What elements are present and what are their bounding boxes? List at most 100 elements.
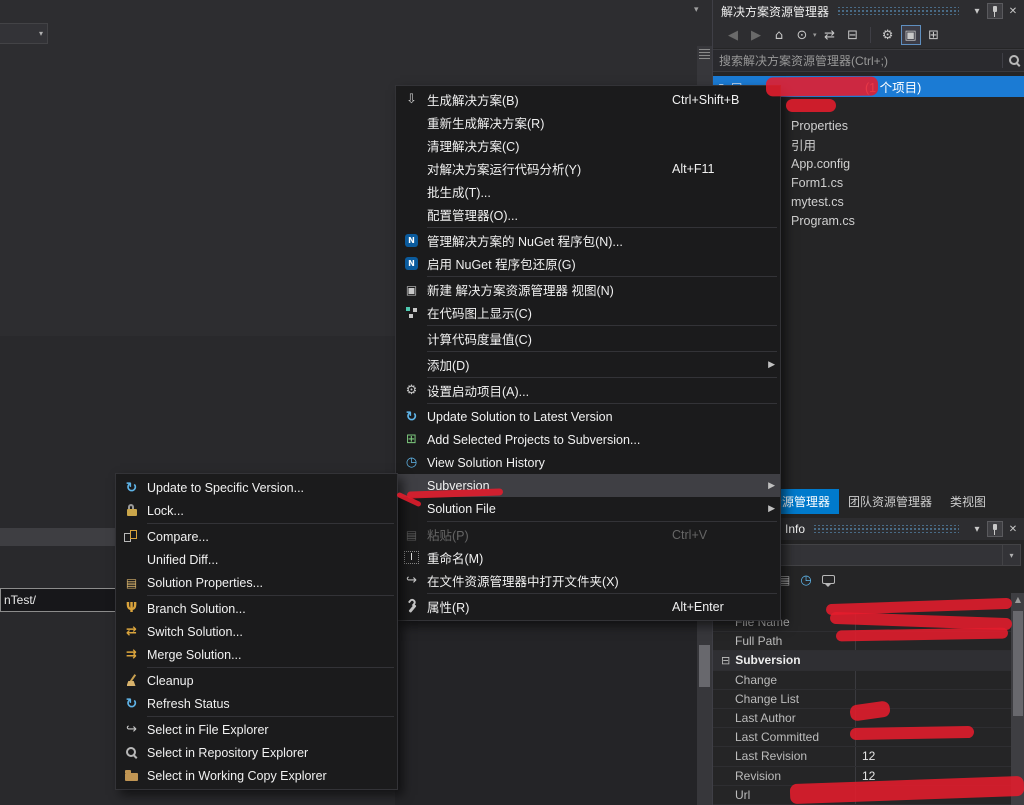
grid-row[interactable]: ⊟Subversion [713, 651, 1011, 670]
menu-item-label: 在代码图上显示(C) [427, 303, 764, 322]
menu-item[interactable]: 粘贴(P)Ctrl+V [396, 523, 780, 546]
menu-item[interactable]: 重命名(M) [396, 546, 780, 569]
pin-icon[interactable] [987, 521, 1003, 537]
select-wc-icon [125, 770, 138, 781]
menu-item-icon-gutter [116, 770, 147, 781]
tree-item-label: Program.cs [791, 214, 855, 228]
window-menu-icon[interactable]: ▾ [969, 3, 985, 19]
menu-item-shortcut: Alt+F11 [672, 162, 764, 176]
menu-item-label: 对解决方案运行代码分析(Y) [427, 159, 672, 178]
scrollbar-thumb[interactable] [1013, 611, 1023, 716]
menu-item[interactable]: 添加(D)▶ [396, 353, 780, 376]
merge-icon [126, 647, 137, 662]
back-icon[interactable]: ◀ [723, 25, 743, 45]
menu-item[interactable]: Cleanup [116, 669, 397, 692]
chevron-down-icon[interactable]: ▾ [813, 31, 817, 39]
menu-item[interactable]: Solution File▶ [396, 497, 780, 520]
solution-explorer-toolbar: ◀▶⌂⊙▾⇄⊟ ⚙▣⊞ [713, 22, 1024, 48]
search-icon[interactable] [1008, 54, 1021, 67]
left-pane-dropdown-icon[interactable]: ▾ [694, 4, 699, 15]
menu-item[interactable]: 启用 NuGet 程序包还原(G) [396, 252, 780, 275]
comment-icon[interactable] [822, 574, 835, 587]
menu-item[interactable]: 新建 解决方案资源管理器 视图(N) [396, 278, 780, 301]
tab-团队资源管理器[interactable]: 团队资源管理器 [839, 489, 941, 514]
lock-icon [127, 504, 137, 517]
close-icon[interactable]: ✕ [1005, 3, 1021, 19]
grid-row[interactable]: Change [713, 671, 1011, 690]
chevron-down-icon[interactable]: ▾ [1002, 545, 1020, 565]
menu-item[interactable]: 属性(R)Alt+Enter [396, 595, 780, 618]
wrench-icon [405, 600, 418, 614]
menu-separator [427, 377, 777, 378]
solution-context-menu: 生成解决方案(B)Ctrl+Shift+B重新生成解决方案(R)清理解决方案(C… [395, 85, 781, 621]
menu-item[interactable]: 计算代码度量值(C) [396, 327, 780, 350]
menu-item-icon-gutter [116, 647, 147, 662]
menu-item[interactable]: 配置管理器(O)... [396, 203, 780, 226]
collapse-all-icon[interactable]: ⊟ [843, 25, 863, 45]
toolbar-combobox[interactable]: ▾ [0, 23, 48, 44]
redaction-mark [786, 99, 836, 112]
sync-with-active-document-icon[interactable]: ⇄ [820, 25, 840, 45]
menu-item[interactable]: Update to Specific Version... [116, 476, 397, 499]
menu-item[interactable]: Lock... [116, 499, 397, 522]
home-icon[interactable]: ⌂ [769, 25, 789, 45]
menu-separator [147, 667, 394, 668]
menu-item[interactable]: 管理解决方案的 NuGet 程序包(N)... [396, 229, 780, 252]
menu-item[interactable]: 批生成(T)... [396, 180, 780, 203]
menu-item[interactable]: 在代码图上显示(C) [396, 301, 780, 324]
menu-item-icon-gutter [116, 576, 147, 590]
menu-item-label: Select in Repository Explorer [147, 746, 381, 760]
menu-item[interactable]: Update Solution to Latest Version [396, 405, 780, 428]
forward-icon[interactable]: ▶ [746, 25, 766, 45]
close-icon[interactable]: ✕ [1005, 521, 1021, 537]
menu-item-icon-gutter [396, 432, 427, 447]
menu-item[interactable]: Select in Working Copy Explorer [116, 764, 397, 787]
menu-item[interactable]: Add Selected Projects to Subversion... [396, 428, 780, 451]
menu-item[interactable]: 清理解决方案(C) [396, 134, 780, 157]
tab-类视图[interactable]: 类视图 [941, 489, 995, 514]
grid-row[interactable]: Last Revision12 [713, 747, 1011, 766]
menu-item[interactable]: Switch Solution... [116, 620, 397, 643]
menu-item[interactable]: 重新生成解决方案(R) [396, 111, 780, 134]
menu-item[interactable]: 在文件资源管理器中打开文件夹(X) [396, 569, 780, 592]
menu-item[interactable]: View Solution History [396, 451, 780, 474]
menu-item-label: 配置管理器(O)... [427, 205, 764, 224]
menu-item[interactable]: Select in Repository Explorer [116, 741, 397, 764]
scroll-up-icon[interactable]: ▲ [1011, 595, 1024, 604]
grid-vertical-scrollbar[interactable]: ▲ [1011, 593, 1024, 805]
menu-item[interactable]: 生成解决方案(B)Ctrl+Shift+B [396, 88, 780, 111]
menu-item-icon-gutter [116, 624, 147, 639]
show-all-files-icon[interactable]: ▣ [901, 25, 921, 45]
collapse-icon[interactable]: ⊟ [721, 654, 730, 667]
menu-item[interactable]: Select in File Explorer [116, 718, 397, 741]
wrench-icon[interactable]: ⚙ [878, 25, 898, 45]
window-menu-icon[interactable]: ▾ [969, 521, 985, 537]
menu-item-shortcut: Alt+Enter [672, 600, 764, 614]
menu-separator [427, 521, 777, 522]
window-buttons: ▾✕ [967, 521, 1021, 537]
menu-item[interactable]: Unified Diff... [116, 548, 397, 571]
tree-item-label: App.config [791, 157, 850, 171]
scrollbar-thumb[interactable] [699, 645, 710, 687]
menu-item-icon-gutter [116, 696, 147, 712]
search-placeholder: 搜索解决方案资源管理器(Ctrl+;) [719, 52, 997, 69]
menu-item[interactable]: Merge Solution... [116, 643, 397, 666]
menu-item[interactable]: Solution Properties... [116, 571, 397, 594]
menu-item[interactable]: Compare... [116, 525, 397, 548]
menu-item-shortcut: Ctrl+V [672, 528, 764, 542]
grid-row-value[interactable]: 12 [856, 749, 1011, 763]
menu-item[interactable]: 设置启动项目(A)... [396, 379, 780, 402]
pin-icon[interactable] [987, 3, 1003, 19]
path-cell[interactable]: nTest/ [0, 588, 118, 612]
menu-item[interactable]: Branch Solution... [116, 597, 397, 620]
search-box[interactable]: 搜索解决方案资源管理器(Ctrl+;) [713, 49, 1024, 72]
menu-item-icon-gutter [396, 455, 427, 470]
menu-item[interactable]: Refresh Status [116, 692, 397, 715]
properties-pages-icon[interactable]: ⊙ [792, 25, 812, 45]
code-view-icon[interactable]: ⊞ [924, 25, 944, 45]
splitter-grip-icon[interactable] [699, 49, 710, 59]
history-icon[interactable]: ◷ [800, 573, 811, 588]
compare-icon [124, 530, 139, 543]
menu-item[interactable]: 对解决方案运行代码分析(Y)Alt+F11 [396, 157, 780, 180]
solution-explorer-title-bar[interactable]: 解决方案资源管理器 ▾✕ [713, 0, 1024, 22]
